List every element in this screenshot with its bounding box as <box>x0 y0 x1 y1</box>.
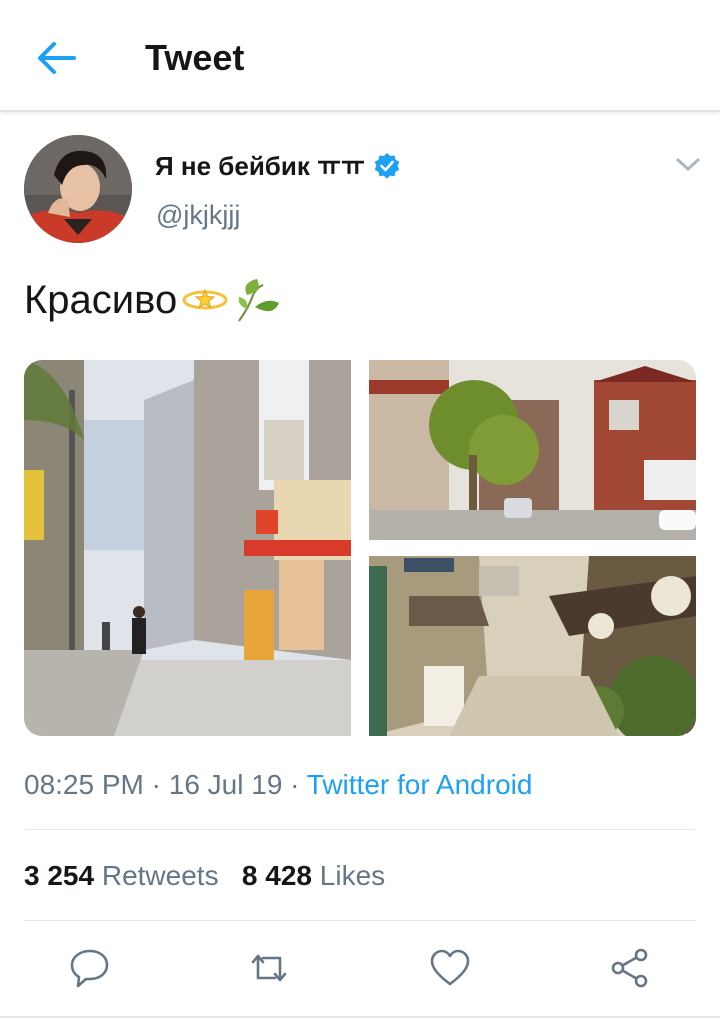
retweets-count: 3 254 <box>24 860 95 891</box>
author-name: Я не бейбик ㅠㅠ <box>155 151 365 181</box>
page-title: Tweet <box>145 37 245 78</box>
meta-separator: · <box>151 769 161 800</box>
retweets-label: Retweets <box>101 860 219 891</box>
likes-label: Likes <box>319 860 386 891</box>
author-name-row[interactable]: Я не бейбик ㅠㅠ <box>155 146 401 186</box>
author-handle: @jkjkjjj <box>156 200 241 230</box>
dizzy-halo-icon <box>182 288 228 310</box>
like-button[interactable] <box>428 946 472 990</box>
reply-icon <box>70 949 109 988</box>
street-photo[interactable] <box>24 360 351 736</box>
meta-separator: · <box>290 769 300 800</box>
tweet-source-link[interactable]: Twitter for Android <box>307 769 533 800</box>
tweet-date: 16 Jul 19 <box>168 769 283 800</box>
chevron-down-icon <box>676 158 700 171</box>
alley-photo[interactable] <box>369 556 696 736</box>
tweet-text: Красиво <box>24 278 178 322</box>
tweet-text-row: Красиво <box>24 275 283 325</box>
retweet-icon <box>251 954 287 982</box>
reply-button[interactable] <box>68 946 112 990</box>
divider <box>24 829 696 830</box>
avatar[interactable] <box>24 135 132 243</box>
tweet-time: 08:25 PM <box>24 769 144 800</box>
likes-count: 8 428 <box>241 860 312 891</box>
retweet-button[interactable] <box>247 946 291 990</box>
top-app-bar: Tweet <box>0 0 720 112</box>
share-button[interactable] <box>608 946 652 990</box>
tweet-menu-button[interactable] <box>674 152 702 176</box>
likes-stat[interactable]: 8 428 Likes <box>242 860 385 891</box>
verified-badge-icon <box>374 153 400 179</box>
share-icon <box>611 948 648 988</box>
tweet-timestamp: 08:25 PM · 16 Jul 19 · Twitter for Andro… <box>24 765 532 805</box>
back-button[interactable] <box>34 38 78 78</box>
leaf-icon <box>238 279 280 322</box>
tweet-stats: 3 254 Retweets 8 428 Likes <box>24 856 385 896</box>
divider <box>24 920 696 921</box>
retweets-stat[interactable]: 3 254 Retweets <box>24 860 219 891</box>
arrow-left-icon <box>38 42 76 74</box>
house-photo[interactable] <box>369 360 696 540</box>
divider <box>0 1016 720 1018</box>
media-grid <box>24 360 696 736</box>
like-icon <box>430 949 470 986</box>
